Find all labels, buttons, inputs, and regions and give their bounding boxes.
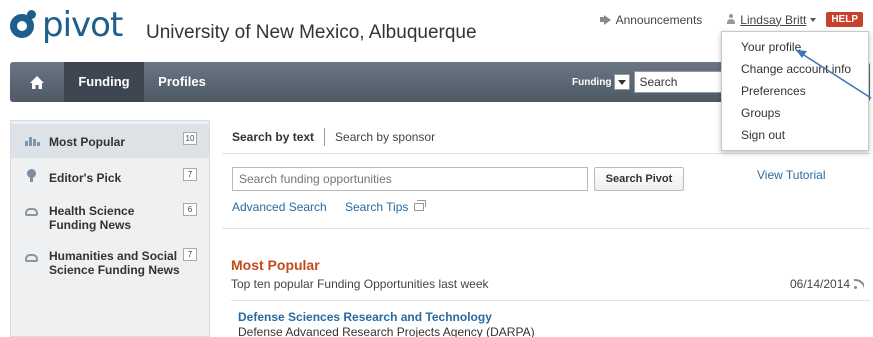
institution-name: University of New Mexico, Albuquerque bbox=[146, 22, 477, 43]
sidebar-item-label: Editor's Pick bbox=[49, 171, 122, 185]
opportunity-title-link[interactable]: Defense Sciences Research and Technology bbox=[238, 310, 492, 324]
menu-item-preferences[interactable]: Preferences bbox=[741, 84, 806, 98]
advanced-search-link[interactable]: Advanced Search bbox=[232, 200, 327, 214]
sidebar-item-most-popular[interactable]: Most Popular 10 bbox=[11, 124, 209, 158]
tab-profiles[interactable]: Profiles bbox=[150, 62, 214, 102]
menu-item-change-account-info[interactable]: Change account info bbox=[741, 62, 851, 76]
section-title: Most Popular bbox=[231, 257, 320, 273]
announcements-label: Announcements bbox=[615, 12, 703, 27]
tab-search-by-text[interactable]: Search by text bbox=[232, 130, 314, 144]
home-button[interactable] bbox=[10, 62, 64, 102]
pivot-logo-icon bbox=[8, 10, 38, 40]
search-pivot-button[interactable]: Search Pivot bbox=[594, 167, 684, 191]
menu-item-your-profile[interactable]: Your profile bbox=[741, 40, 801, 54]
section-date: 06/14/2014 bbox=[790, 277, 865, 291]
search-scope-dropdown[interactable] bbox=[614, 74, 631, 90]
date-label: 06/14/2014 bbox=[790, 277, 851, 291]
search-scope-label: Funding bbox=[572, 76, 612, 88]
section-subtitle: Top ten popular Funding Opportunities la… bbox=[231, 277, 489, 291]
announcements-link[interactable]: Announcements bbox=[599, 12, 703, 27]
sidebar-item-editors-pick[interactable]: Editor's Pick 7 bbox=[11, 161, 209, 195]
count-badge: 7 bbox=[183, 248, 197, 261]
pivot-logo[interactable]: pivot bbox=[8, 5, 123, 45]
rss-icon[interactable] bbox=[854, 279, 865, 289]
user-dropdown-menu: Your profile Change account info Prefere… bbox=[721, 31, 869, 151]
user-icon bbox=[726, 14, 736, 25]
sidebar-item-label: Health Science Funding News bbox=[49, 204, 135, 232]
tab-divider bbox=[324, 128, 326, 146]
opportunity-sponsor: Defense Advanced Research Projects Agenc… bbox=[238, 325, 535, 337]
menu-item-sign-out[interactable]: Sign out bbox=[741, 128, 785, 142]
pin-icon bbox=[25, 169, 39, 182]
menu-item-groups[interactable]: Groups bbox=[741, 106, 780, 120]
caret-down-icon bbox=[810, 17, 817, 22]
funding-search-input[interactable] bbox=[232, 167, 588, 191]
user-menu-toggle[interactable]: Lindsay Britt bbox=[726, 12, 817, 27]
news-tray-icon bbox=[25, 254, 38, 262]
search-tips-link[interactable]: Search Tips bbox=[345, 200, 427, 214]
sidebar-item-humanities[interactable]: Humanities and Social Science Funding Ne… bbox=[11, 243, 209, 283]
sidebar-item-health-science[interactable]: Health Science Funding News 6 bbox=[11, 197, 209, 239]
divider bbox=[231, 300, 870, 301]
sidebar-item-label: Most Popular bbox=[49, 135, 126, 149]
popup-window-icon bbox=[414, 200, 427, 211]
top-links: Announcements Lindsay Britt HELP bbox=[599, 12, 863, 27]
tab-funding[interactable]: Funding bbox=[64, 62, 144, 102]
search-tabs: Search by text Search by sponsor bbox=[232, 128, 435, 146]
count-badge: 7 bbox=[183, 168, 197, 181]
news-tray-icon bbox=[25, 208, 38, 216]
bar-chart-icon bbox=[25, 136, 40, 146]
sidebar: Most Popular 10 Editor's Pick 7 Health S… bbox=[10, 120, 210, 337]
divider bbox=[222, 153, 870, 154]
home-icon bbox=[30, 75, 44, 89]
count-badge: 10 bbox=[183, 132, 197, 145]
help-button[interactable]: HELP bbox=[826, 12, 863, 27]
tab-search-by-sponsor[interactable]: Search by sponsor bbox=[335, 130, 435, 144]
view-tutorial-link[interactable]: View Tutorial bbox=[757, 168, 825, 182]
count-badge: 6 bbox=[183, 203, 197, 216]
megaphone-icon bbox=[599, 15, 612, 25]
user-name: Lindsay Britt bbox=[740, 12, 807, 27]
sidebar-item-label: Humanities and Social Science Funding Ne… bbox=[49, 249, 180, 277]
logo-text: pivot bbox=[42, 5, 123, 45]
search-tips-label: Search Tips bbox=[345, 200, 409, 214]
